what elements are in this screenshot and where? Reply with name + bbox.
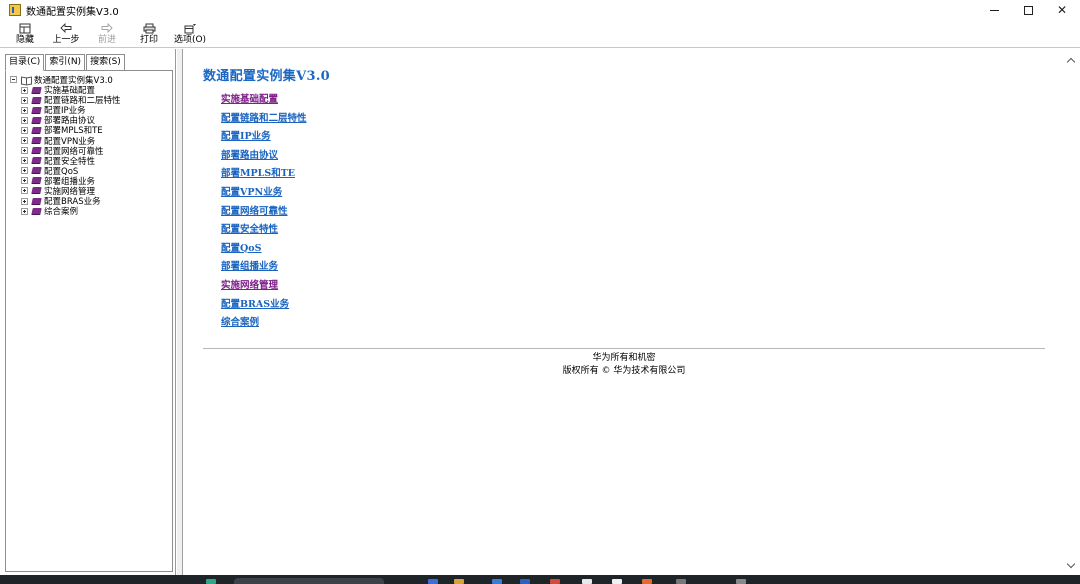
collapse-icon[interactable] xyxy=(10,76,17,83)
tab-index[interactable]: 索引(N) xyxy=(45,54,86,71)
book-icon xyxy=(31,167,42,175)
taskbar-app-icon[interactable] xyxy=(550,579,560,584)
taskbar-app-icon[interactable] xyxy=(454,579,464,584)
expand-icon[interactable] xyxy=(21,137,28,145)
expand-icon[interactable] xyxy=(21,116,28,124)
nav-tabs: 目录(C) 索引(N) 搜索(S) xyxy=(5,54,126,71)
expand-icon[interactable] xyxy=(21,96,28,104)
tab-contents[interactable]: 目录(C) xyxy=(5,54,45,71)
taskbar-app-icon[interactable] xyxy=(736,579,746,584)
scroll-down-icon[interactable] xyxy=(1066,559,1076,571)
book-icon xyxy=(31,106,42,114)
footer: 华为所有和机密 版权所有 © 华为技术有限公司 xyxy=(203,352,1045,378)
expand-icon[interactable] xyxy=(21,106,28,114)
taskbar-app-icon[interactable] xyxy=(676,579,686,584)
link-network-management[interactable]: 实施网络管理 xyxy=(221,277,307,296)
vertical-scrollbar[interactable] xyxy=(1062,49,1080,575)
forward-label: 前进 xyxy=(97,35,116,45)
taskbar-search-box[interactable] xyxy=(234,578,384,584)
options-button[interactable]: 选项(O) xyxy=(172,20,208,48)
title-bar: 数通配置实例集V3.0 ✕ xyxy=(0,0,1080,20)
content-pane: 数通配置实例集V3.0 实施基础配置 配置链路和二层特性 配置IP业务 部署路由… xyxy=(184,49,1062,575)
expand-icon[interactable] xyxy=(21,177,28,185)
tab-search[interactable]: 搜索(S) xyxy=(86,54,125,71)
window-controls: ✕ xyxy=(978,0,1080,20)
contents-tree-panel: 数通配置实例集V3.0 实施基础配置 配置链路和二层特性 配置IP业务 部署路由 xyxy=(5,70,173,572)
expand-icon[interactable] xyxy=(21,187,28,195)
forward-button[interactable]: 前进 xyxy=(91,20,123,48)
minimize-button[interactable] xyxy=(978,0,1010,20)
book-icon xyxy=(31,207,42,215)
tree-item-label: 综合案例 xyxy=(44,207,79,218)
help-app-icon xyxy=(9,4,21,16)
link-bras[interactable]: 配置BRAS业务 xyxy=(221,296,307,315)
book-icon xyxy=(31,147,42,155)
link-multicast[interactable]: 部署组播业务 xyxy=(221,258,307,277)
toolbar: 隐藏 上一步 前进 打印 选项(O) xyxy=(0,20,1080,48)
link-security[interactable]: 配置安全特性 xyxy=(221,221,307,240)
hide-pane-icon xyxy=(19,22,31,34)
book-icon xyxy=(31,126,42,134)
navigation-pane: 目录(C) 索引(N) 搜索(S) 数通配置实例集V3.0 实施基础配置 配置链… xyxy=(0,49,176,575)
tree-item-case-studies[interactable]: 综合案例 xyxy=(21,206,121,218)
link-routing[interactable]: 部署路由协议 xyxy=(221,147,307,166)
book-icon xyxy=(31,197,42,205)
maximize-button[interactable] xyxy=(1012,0,1044,20)
expand-icon[interactable] xyxy=(21,86,28,94)
book-icon xyxy=(31,96,42,104)
taskbar-app-icon[interactable] xyxy=(582,579,592,584)
link-qos[interactable]: 配置QoS xyxy=(221,240,307,259)
taskbar-app-icon[interactable] xyxy=(642,579,652,584)
open-book-icon xyxy=(21,76,31,84)
footer-confidential: 华为所有和机密 xyxy=(592,353,656,363)
link-mpls-te[interactable]: 部署MPLS和TE xyxy=(221,165,307,184)
pane-splitter[interactable] xyxy=(177,49,183,575)
scroll-up-icon[interactable] xyxy=(1066,55,1076,67)
book-icon xyxy=(31,116,42,124)
topic-link-list: 实施基础配置 配置链路和二层特性 配置IP业务 部署路由协议 部署MPLS和TE… xyxy=(221,91,307,333)
expand-icon[interactable] xyxy=(21,126,28,134)
expand-icon[interactable] xyxy=(21,207,28,215)
link-link-layer2[interactable]: 配置链路和二层特性 xyxy=(221,110,307,129)
expand-icon[interactable] xyxy=(21,197,28,205)
link-basic-config[interactable]: 实施基础配置 xyxy=(221,91,307,110)
page-title: 数通配置实例集V3.0 xyxy=(203,69,331,84)
expand-icon[interactable] xyxy=(21,147,28,155)
book-icon xyxy=(31,137,42,145)
print-label: 打印 xyxy=(139,35,158,45)
expand-icon[interactable] xyxy=(21,157,28,165)
close-button[interactable]: ✕ xyxy=(1046,0,1078,20)
book-icon xyxy=(31,157,42,165)
hide-label: 隐藏 xyxy=(15,35,34,45)
back-button[interactable]: 上一步 xyxy=(48,20,84,48)
link-vpn[interactable]: 配置VPN业务 xyxy=(221,184,307,203)
link-reliability[interactable]: 配置网络可靠性 xyxy=(221,203,307,222)
options-label: 选项(O) xyxy=(173,35,207,45)
back-label: 上一步 xyxy=(52,35,80,45)
window-title: 数通配置实例集V3.0 xyxy=(26,6,119,18)
hide-button[interactable]: 隐藏 xyxy=(10,20,40,48)
book-icon xyxy=(31,177,42,185)
taskbar-app-icon[interactable] xyxy=(206,579,216,584)
options-icon xyxy=(184,22,197,34)
back-arrow-icon xyxy=(60,22,72,34)
link-case-studies[interactable]: 综合案例 xyxy=(221,314,307,333)
taskbar-app-icon[interactable] xyxy=(492,579,502,584)
print-button[interactable]: 打印 xyxy=(133,20,165,48)
contents-tree: 数通配置实例集V3.0 实施基础配置 配置链路和二层特性 配置IP业务 部署路由 xyxy=(10,74,121,218)
book-icon xyxy=(31,86,42,94)
taskbar-app-icon[interactable] xyxy=(520,579,530,584)
book-icon xyxy=(31,187,42,195)
taskbar-app-icon[interactable] xyxy=(428,579,438,584)
link-ip-service[interactable]: 配置IP业务 xyxy=(221,128,307,147)
printer-icon xyxy=(143,22,156,34)
expand-icon[interactable] xyxy=(21,167,28,175)
forward-arrow-icon xyxy=(101,22,113,34)
taskbar-app-icon[interactable] xyxy=(612,579,622,584)
os-taskbar xyxy=(0,575,1080,584)
footer-divider xyxy=(203,348,1045,349)
footer-copyright: 版权所有 © 华为技术有限公司 xyxy=(562,366,686,376)
